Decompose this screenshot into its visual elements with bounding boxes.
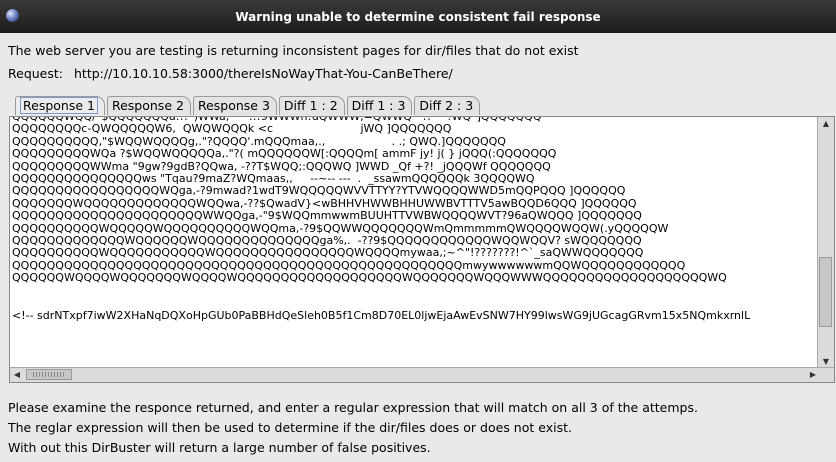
tab-diff-2-3[interactable]: Diff 2 : 3 (414, 96, 481, 115)
tab-diff-1-2[interactable]: Diff 1 : 2 (278, 96, 345, 115)
response-tabs: Response 1 Response 2 Response 3 Diff 1 … (15, 96, 482, 116)
response-text[interactable]: QQQQQQWQQ/`$QQQQQQQa:!!`)WWa;` ::!9WWWh!… (12, 117, 818, 322)
scroll-right-icon[interactable]: ▶ (806, 368, 820, 382)
request-label: Request: (8, 66, 63, 81)
response-panel: QQQQQQWQQ/`$QQQQQQQa:!!`)WWa;` ::!9WWWh!… (9, 116, 835, 383)
request-url: http://10.10.10.58:3000/thereIsNoWayThat… (74, 66, 453, 81)
title-bar[interactable]: Warning unable to determine consistent f… (0, 0, 836, 33)
horizontal-scroll-thumb[interactable] (26, 369, 72, 380)
tab-diff-1-3[interactable]: Diff 1 : 3 (346, 96, 413, 115)
tab-response-2[interactable]: Response 2 (106, 96, 191, 115)
app-icon[interactable] (6, 9, 19, 22)
tab-response-1[interactable]: Response 1 (15, 96, 105, 115)
horizontal-scrollbar[interactable]: ◀ ▶ (10, 367, 834, 382)
vertical-scrollbar[interactable]: ▲ ▼ (817, 117, 834, 369)
window-title: Warning unable to determine consistent f… (235, 9, 601, 24)
footer-line-1: Please examine the responce returned, an… (8, 400, 698, 415)
scroll-left-icon[interactable]: ◀ (10, 368, 24, 382)
tab-label: Response 1 (20, 97, 98, 114)
intro-text: The web server you are testing is return… (8, 43, 579, 58)
vertical-scroll-thumb[interactable] (819, 257, 832, 327)
scroll-up-icon[interactable]: ▲ (818, 117, 834, 131)
response-content[interactable]: QQQQQQWQQ/`$QQQQQQQa:!!`)WWa;` ::!9WWWh!… (12, 117, 818, 369)
grip-icon (33, 372, 65, 377)
footer-line-2: The reglar expression will then be used … (8, 420, 572, 435)
tab-response-3[interactable]: Response 3 (192, 96, 277, 115)
footer-line-3: With out this DirBuster will return a la… (8, 440, 431, 455)
